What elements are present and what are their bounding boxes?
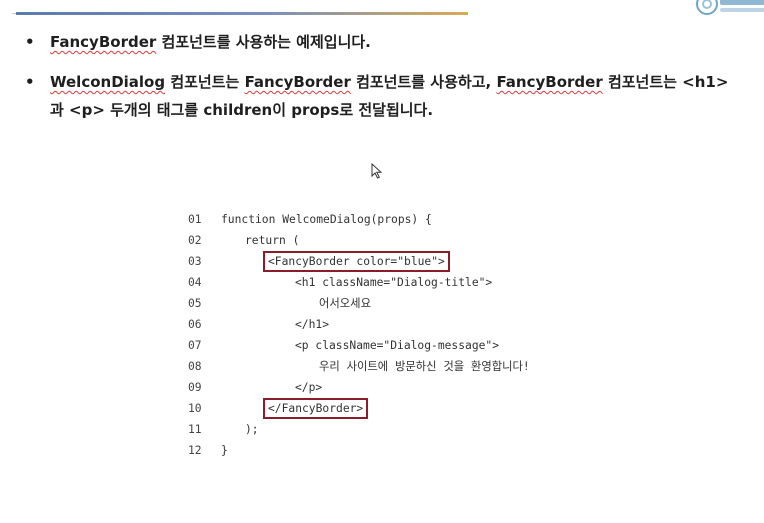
code-line: 04 <h1 className="Dialog-title"> (188, 272, 588, 293)
code-text: } (221, 444, 228, 457)
code-line: 02 return ( (188, 230, 588, 251)
code-line: 10 </FancyBorder> (188, 398, 588, 419)
line-number: 11 (188, 423, 202, 436)
highlight-box: <FancyBorder color="blue"> (263, 251, 450, 272)
line-number: 09 (188, 381, 202, 394)
spellcheck-word: FancyBorder (496, 73, 603, 91)
bullet-text-line2: 과 <p> 두개의 태그를 children이 props로 전달됩니다. (50, 101, 434, 119)
code-text: </h1> (295, 318, 330, 331)
spellcheck-word: FancyBorder (244, 73, 351, 91)
code-text: function WelcomeDialog(props) { (221, 213, 432, 226)
code-line: 03 <FancyBorder color="blue"> (188, 251, 588, 272)
header-accent-line (16, 12, 468, 15)
spellcheck-word: WelconDialog (50, 73, 166, 91)
logo-emblem (696, 0, 718, 15)
spellcheck-word: FancyBorder (50, 33, 157, 51)
code-line: 12 } (188, 440, 588, 461)
line-number: 02 (188, 234, 202, 247)
line-number: 01 (188, 213, 202, 226)
code-text-highlighted: <FancyBorder color="blue"> (263, 251, 450, 272)
bullet-text: 컴포넌트를 사용하는 예제입니다. (156, 33, 371, 51)
code-line: 07 <p className="Dialog-message"> (188, 335, 588, 356)
line-number: 08 (188, 360, 202, 373)
code-text: </p> (295, 381, 323, 394)
bullet-text: 컴포넌트는 (165, 73, 245, 91)
code-text-highlighted: </FancyBorder> (263, 398, 369, 419)
slide-page: • FancyBorder 컴포넌트를 사용하는 예제입니다. • Welcon… (0, 0, 764, 523)
code-text: <h1 className="Dialog-title"> (295, 276, 493, 289)
cropped-next-bullet (0, 514, 120, 523)
code-line: 06 </h1> (188, 314, 588, 335)
code-line: 08 우리 사이트에 방문하신 것을 환영합니다! (188, 356, 588, 377)
mouse-pointer-icon (371, 163, 383, 179)
bullet-item-1: • FancyBorder 컴포넌트를 사용하는 예제입니다. (22, 28, 762, 56)
bullet-item-2: • WelconDialog 컴포넌트는 FancyBorder 컴포넌트를 사… (22, 68, 762, 124)
line-number: 06 (188, 318, 202, 331)
code-line: 09 </p> (188, 377, 588, 398)
code-line: 01 function WelcomeDialog(props) { (188, 209, 588, 230)
code-listing: 01 function WelcomeDialog(props) { 02 re… (188, 209, 588, 461)
bullet-text: 컴포넌트는 <h1> (602, 73, 729, 91)
code-text: ); (245, 423, 259, 436)
bullet-text: 컴포넌트를 사용하고, (350, 73, 497, 91)
code-text: 우리 사이트에 방문하신 것을 환영합니다! (319, 360, 530, 373)
highlight-box: </FancyBorder> (263, 398, 369, 419)
line-number: 12 (188, 444, 202, 457)
line-number: 04 (188, 276, 202, 289)
bullet-dot: • (25, 73, 35, 91)
code-text: return ( (245, 234, 300, 247)
code-text: 어서오세요 (319, 297, 371, 310)
bullet-list: • FancyBorder 컴포넌트를 사용하는 예제입니다. • Welcon… (22, 28, 762, 136)
code-line: 05 어서오세요 (188, 293, 588, 314)
code-text: <p className="Dialog-message"> (295, 339, 500, 352)
code-line: 11 ); (188, 419, 588, 440)
line-number: 07 (188, 339, 202, 352)
university-logo-icon (696, 0, 764, 18)
line-number: 05 (188, 297, 202, 310)
bullet-dot: • (25, 33, 35, 51)
line-number: 10 (188, 402, 202, 415)
logo-wordmark (720, 0, 764, 12)
line-number: 03 (188, 255, 202, 268)
